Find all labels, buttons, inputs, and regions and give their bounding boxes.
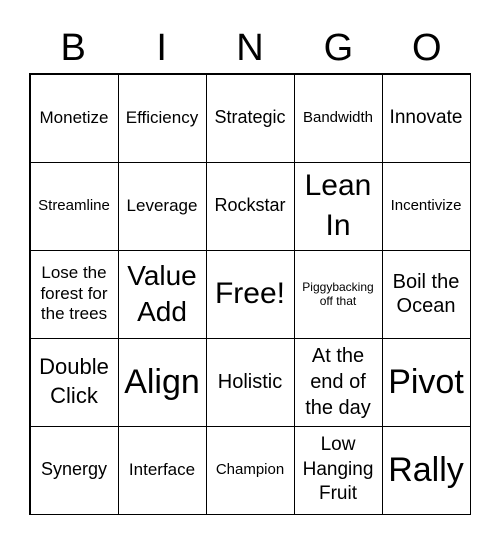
header-letter: N: [236, 26, 264, 69]
bingo-cell[interactable]: Low Hanging Fruit: [293, 425, 383, 515]
bingo-cell[interactable]: Innovate: [381, 73, 471, 163]
bingo-cell[interactable]: Synergy: [29, 425, 119, 515]
bingo-cell[interactable]: Lose the forest for the trees: [29, 249, 119, 339]
bingo-cell[interactable]: Value Add: [117, 249, 207, 339]
bingo-cell[interactable]: Pivot: [381, 337, 471, 427]
bingo-header: B I N G O: [29, 24, 471, 72]
bingo-cell[interactable]: Boil the Ocean: [381, 249, 471, 339]
bingo-cell[interactable]: Rally: [381, 425, 471, 515]
header-letter: O: [412, 26, 442, 69]
bingo-cell[interactable]: Bandwidth: [293, 73, 383, 163]
bingo-cell[interactable]: Leverage: [117, 161, 207, 251]
bingo-cell[interactable]: Monetize: [29, 73, 119, 163]
header-letter: G: [323, 26, 354, 69]
bingo-cell[interactable]: Champion: [205, 425, 295, 515]
header-letter: B: [60, 26, 86, 69]
bingo-cell[interactable]: Streamline: [29, 161, 119, 251]
bingo-cell[interactable]: Double Click: [29, 337, 119, 427]
bingo-cell[interactable]: At the end of the day: [293, 337, 383, 427]
bingo-grid: Monetize Efficiency Strategic Bandwidth …: [29, 73, 471, 515]
bingo-cell[interactable]: Strategic: [205, 73, 295, 163]
bingo-cell[interactable]: Efficiency: [117, 73, 207, 163]
bingo-cell[interactable]: Interface: [117, 425, 207, 515]
header-letter: I: [156, 26, 167, 69]
free-space[interactable]: Free!: [205, 249, 295, 339]
bingo-cell[interactable]: Holistic: [205, 337, 295, 427]
bingo-cell[interactable]: Piggybacking off that: [293, 249, 383, 339]
bingo-cell[interactable]: Rockstar: [205, 161, 295, 251]
bingo-cell[interactable]: Align: [117, 337, 207, 427]
bingo-cell[interactable]: Incentivize: [381, 161, 471, 251]
bingo-cell[interactable]: Lean In: [293, 161, 383, 251]
